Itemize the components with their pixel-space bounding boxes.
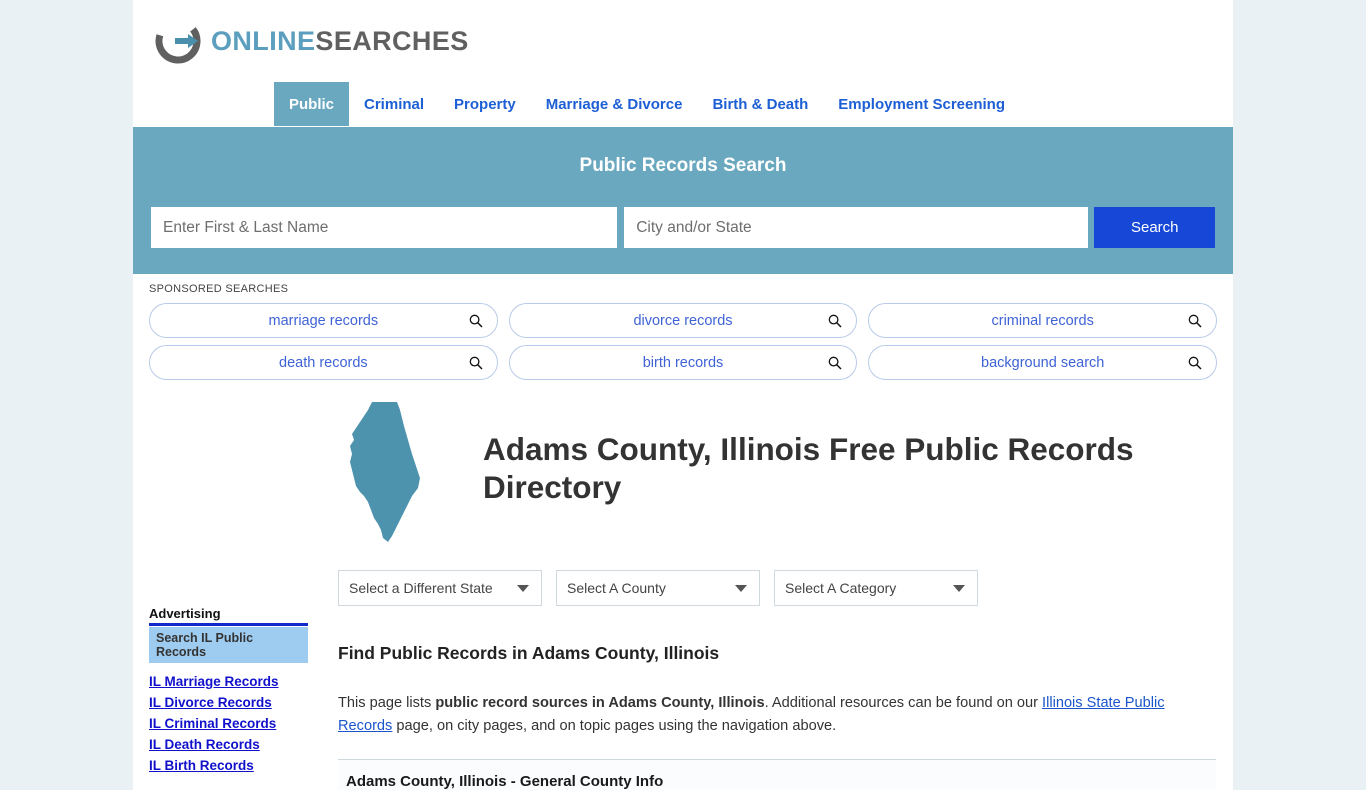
paragraph-mid: . Additional resources can be found on o… — [764, 695, 1043, 711]
main-navigation: Public Criminal Property Marriage & Divo… — [133, 82, 1233, 127]
logo-text: ONLINESEARCHES — [211, 26, 469, 57]
sponsored-pill-label: birth records — [642, 354, 724, 371]
site-header: ONLINESEARCHES — [133, 0, 1233, 82]
sidebar-link-il-divorce-records[interactable]: IL Divorce Records — [149, 695, 308, 710]
sponsored-pill-label: divorce records — [633, 312, 733, 329]
section-heading: Find Public Records in Adams County, Ill… — [338, 643, 720, 663]
category-select[interactable]: Select A Category — [774, 570, 978, 606]
logo-text-searches: SEARCHES — [315, 25, 469, 56]
sponsored-pill-label: death records — [279, 354, 368, 371]
paragraph-tail: page, on city pages, and on topic pages … — [392, 717, 837, 734]
chevron-down-icon — [517, 584, 529, 592]
paragraph-bold: public record sources in Adams County, I… — [435, 695, 765, 711]
search-submit-button[interactable]: Search — [1094, 207, 1215, 248]
paragraph-lead: This page lists — [338, 695, 436, 711]
filter-selects: Select a Different State Select A County… — [338, 570, 1216, 606]
sidebar-panel-title: Search IL Public Records — [149, 627, 308, 663]
chevron-down-icon — [735, 584, 747, 592]
main-content: Adams County, Illinois Free Public Recor… — [308, 401, 1233, 790]
sidebar-link-il-criminal-records[interactable]: IL Criminal Records — [149, 716, 308, 731]
public-records-search-banner: Public Records Search Search — [133, 127, 1233, 274]
hero-block: Adams County, Illinois Free Public Recor… — [338, 401, 1216, 545]
sidebar-link-list: IL Marriage Records IL Divorce Records I… — [149, 674, 308, 773]
county-select[interactable]: Select A County — [556, 570, 760, 606]
sidebar-link-il-birth-records[interactable]: IL Birth Records — [149, 758, 308, 773]
sponsored-searches: SPONSORED SEARCHES marriage records divo… — [133, 274, 1233, 380]
state-select-value: Select a Different State — [349, 580, 493, 596]
search-icon — [469, 356, 483, 370]
sponsored-pill-label: criminal records — [991, 312, 1094, 329]
search-icon — [1188, 356, 1202, 370]
sponsored-row-1: marriage records divorce records crimina… — [149, 303, 1218, 338]
general-county-info-title: Adams County, Illinois - General County … — [346, 773, 664, 790]
sponsored-pill-background-search[interactable]: background search — [868, 345, 1218, 380]
search-icon — [1188, 314, 1202, 328]
logo-text-online: ONLINE — [211, 25, 316, 56]
nav-item-public[interactable]: Public — [274, 82, 350, 126]
sponsored-row-2: death records birth records background s… — [149, 345, 1218, 380]
sidebar-link-il-death-records[interactable]: IL Death Records — [149, 737, 308, 752]
search-icon — [828, 356, 842, 370]
sponsored-pill-death-records[interactable]: death records — [149, 345, 498, 380]
sidebar-link-il-marriage-records[interactable]: IL Marriage Records — [149, 674, 308, 689]
nav-item-marriage-divorce[interactable]: Marriage & Divorce — [531, 82, 698, 126]
site-logo[interactable]: ONLINESEARCHES — [155, 18, 469, 64]
chevron-down-icon — [953, 584, 965, 592]
search-location-input[interactable] — [624, 207, 1089, 248]
page-title: Adams County, Illinois Free Public Recor… — [483, 431, 1134, 506]
sponsored-pill-birth-records[interactable]: birth records — [508, 345, 858, 380]
nav-item-property[interactable]: Property — [439, 82, 531, 126]
sponsored-pill-divorce-records[interactable]: divorce records — [508, 303, 858, 338]
page-content: ONLINESEARCHES Public Criminal Property … — [133, 0, 1233, 790]
advertising-label: Advertising — [149, 606, 308, 626]
search-form: Search — [151, 207, 1215, 248]
search-banner-title: Public Records Search — [579, 155, 787, 176]
category-select-value: Select A Category — [785, 580, 897, 596]
nav-item-birth-death[interactable]: Birth & Death — [697, 82, 823, 126]
sponsored-searches-label: SPONSORED SEARCHES — [149, 283, 289, 295]
general-county-info-section: Adams County, Illinois - General County … — [338, 760, 1216, 790]
sponsored-pill-marriage-records[interactable]: marriage records — [149, 303, 498, 338]
sponsored-pill-label: marriage records — [268, 312, 379, 329]
sponsored-pill-label: background search — [981, 354, 1105, 371]
search-icon — [469, 314, 483, 328]
intro-paragraph: This page lists public record sources in… — [338, 692, 1216, 737]
search-name-input[interactable] — [151, 207, 618, 248]
search-icon — [828, 314, 842, 328]
illinois-state-map-icon — [338, 400, 483, 545]
nav-item-criminal[interactable]: Criminal — [349, 82, 439, 126]
sponsored-pill-criminal-records[interactable]: criminal records — [868, 303, 1218, 338]
circular-arrow-icon — [155, 18, 201, 64]
state-select[interactable]: Select a Different State — [338, 570, 542, 606]
page-body: Advertising Search IL Public Records IL … — [133, 387, 1233, 790]
left-sidebar: Advertising Search IL Public Records IL … — [133, 401, 308, 790]
county-select-value: Select A County — [567, 580, 666, 596]
nav-item-employment-screening[interactable]: Employment Screening — [823, 82, 1020, 126]
